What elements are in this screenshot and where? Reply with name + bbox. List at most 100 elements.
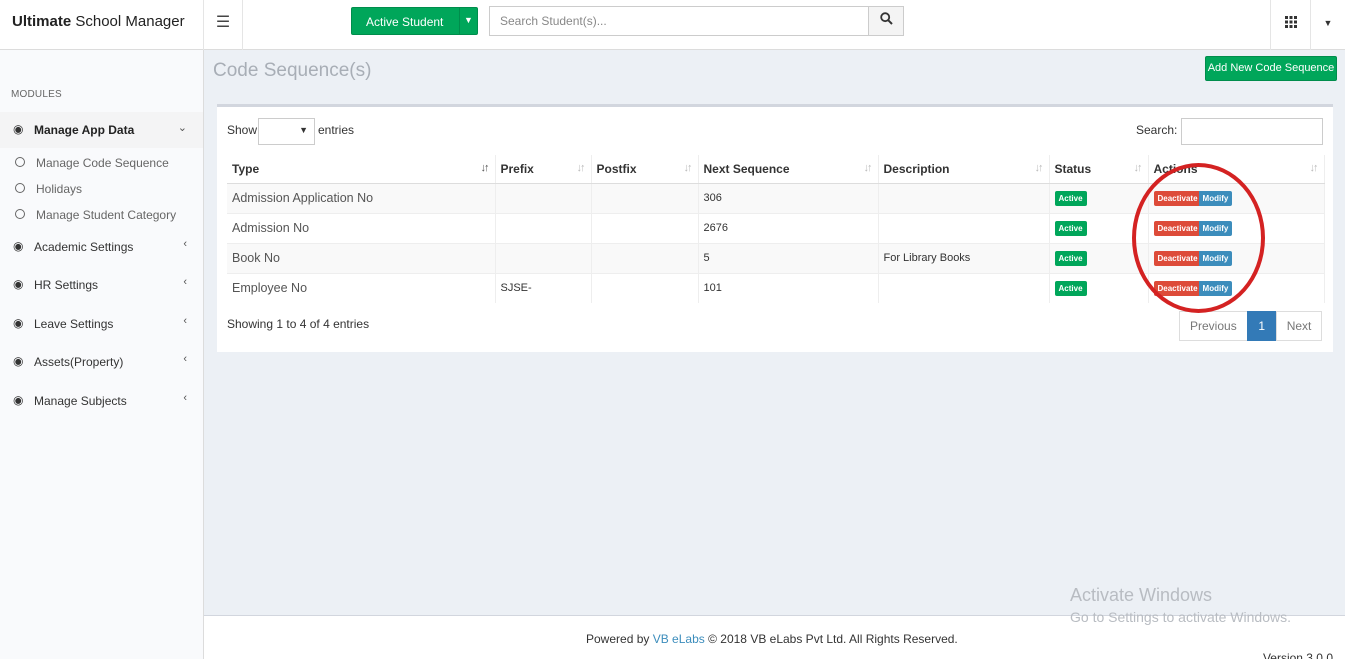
- sidebar-item-assets-property[interactable]: ◉ Assets(Property) ‹: [0, 344, 203, 380]
- show-label: Show: [227, 123, 258, 137]
- modify-button[interactable]: Modify: [1198, 191, 1233, 206]
- chevron-left-icon: ‹: [183, 392, 187, 404]
- dashboard-icon: ◉: [13, 393, 24, 407]
- cell-postfix: [591, 182, 699, 213]
- student-search-input[interactable]: [489, 6, 869, 36]
- cell-type: Admission No: [227, 212, 496, 243]
- sort-icon: ↓↑: [576, 162, 586, 174]
- caret-down-icon[interactable]: ▼: [459, 8, 477, 34]
- status-badge: Active: [1054, 251, 1087, 266]
- cell-next-sequence: 101: [698, 272, 879, 303]
- sidebar-item-manage-subjects[interactable]: ◉ Manage Subjects ‹: [0, 383, 203, 419]
- table-row: Admission No 2676 Active Deactivate Modif…: [227, 212, 1325, 243]
- cell-postfix: [591, 242, 699, 273]
- active-student-dropdown[interactable]: Active Student ▼: [351, 7, 478, 35]
- cell-status: Active: [1049, 212, 1149, 243]
- column-header-type[interactable]: Type ↓↑: [227, 155, 496, 184]
- modify-button[interactable]: Modify: [1198, 221, 1233, 236]
- sidebar-subitem-manage-code-sequence[interactable]: Manage Code Sequence: [0, 150, 203, 174]
- table-search-input[interactable]: [1181, 118, 1323, 145]
- deactivate-button[interactable]: Deactivate: [1153, 251, 1202, 266]
- column-header-actions[interactable]: Actions ↓↑: [1148, 155, 1325, 184]
- deactivate-button[interactable]: Deactivate: [1153, 221, 1202, 236]
- search-button[interactable]: [868, 6, 904, 36]
- sidebar-item-label: Manage App Data: [34, 123, 135, 137]
- entries-label: entries: [318, 123, 355, 137]
- active-student-label: Active Student: [366, 15, 444, 29]
- chevron-left-icon: ‹: [183, 315, 187, 327]
- sidebar-item-hr-settings[interactable]: ◉ HR Settings ‹: [0, 267, 203, 303]
- company-link[interactable]: VB eLabs: [653, 632, 705, 646]
- dashboard-icon: ◉: [13, 316, 24, 330]
- powered-by-label: Powered by: [586, 632, 650, 646]
- deactivate-button[interactable]: Deactivate: [1153, 191, 1202, 206]
- cell-prefix: [495, 242, 592, 273]
- cell-status: Active: [1049, 272, 1149, 303]
- status-badge: Active: [1054, 191, 1087, 206]
- column-header-prefix[interactable]: Prefix ↓↑: [495, 155, 592, 184]
- sidebar-subitem-manage-student-category[interactable]: Manage Student Category: [0, 202, 203, 226]
- modify-button[interactable]: Modify: [1198, 251, 1233, 266]
- sidebar-subitem-holidays[interactable]: Holidays: [0, 176, 203, 200]
- table-header-row: Type ↓↑ Prefix ↓↑ Postfix ↓↑ Next Sequence ↓…: [227, 155, 1325, 184]
- cell-postfix: [591, 212, 699, 243]
- cell-actions: Deactivate Modify: [1148, 242, 1325, 273]
- sidebar-item-label: Leave Settings: [34, 317, 114, 331]
- next-page-button[interactable]: Next: [1275, 311, 1323, 341]
- circle-icon: [15, 209, 25, 219]
- page-title: Code Sequence(s): [213, 60, 372, 81]
- code-sequence-panel: Show ▼ entries Search: Type ↓↑ Prefix ↓↑ P…: [217, 104, 1333, 352]
- copyright-text: © 2018 VB eLabs Pvt Ltd. All Rights Rese…: [708, 632, 958, 646]
- cell-next-sequence: 5: [698, 242, 879, 273]
- column-header-description[interactable]: Description ↓↑: [878, 155, 1050, 184]
- chevron-left-icon: ‹: [183, 238, 187, 250]
- column-header-status[interactable]: Status ↓↑: [1049, 155, 1149, 184]
- table-row: Employee No SJSE- 101 Active Deactivate M…: [227, 272, 1325, 303]
- status-badge: Active: [1054, 281, 1087, 297]
- dashboard-icon: ◉: [13, 354, 24, 368]
- sidebar-item-label: Assets(Property): [34, 355, 124, 369]
- caret-down-icon: ▼: [299, 125, 308, 135]
- cell-postfix: [591, 272, 699, 303]
- cell-status: Active: [1049, 182, 1149, 213]
- column-header-postfix[interactable]: Postfix ↓↑: [591, 155, 699, 184]
- page-1-button[interactable]: 1: [1246, 311, 1277, 341]
- app-brand[interactable]: Ultimate School Manager: [0, 0, 204, 50]
- version-text: Version 3.0.0: [1262, 651, 1333, 659]
- deactivate-button[interactable]: Deactivate: [1153, 281, 1202, 297]
- grid-icon[interactable]: [1270, 0, 1310, 50]
- sort-icon: ↓↑: [1309, 162, 1319, 174]
- sidebar-subitem-label: Manage Student Category: [36, 208, 177, 222]
- status-badge: Active: [1054, 221, 1087, 236]
- modify-button[interactable]: Modify: [1198, 281, 1233, 297]
- circle-icon: [15, 183, 25, 193]
- dashboard-icon: ◉: [13, 239, 24, 253]
- user-menu-caret-icon[interactable]: ▼: [1310, 0, 1345, 50]
- brand-bold: Ultimate: [12, 13, 72, 30]
- cell-prefix: SJSE-: [495, 272, 592, 303]
- sort-ascending-icon: ↓↑: [480, 162, 490, 174]
- dashboard-icon: ◉: [13, 277, 24, 291]
- cell-description: For Library Books: [878, 242, 1050, 273]
- cell-actions: Deactivate Modify: [1148, 182, 1325, 213]
- chevron-left-icon: ‹: [183, 353, 187, 365]
- sidebar-item-academic-settings[interactable]: ◉ Academic Settings ‹: [0, 229, 203, 265]
- cell-type: Admission Application No: [227, 182, 496, 213]
- circle-icon: [15, 157, 25, 167]
- hamburger-icon[interactable]: ☰: [204, 0, 243, 50]
- cell-description: [878, 212, 1050, 243]
- top-navbar: Ultimate School Manager ☰ Active Student…: [0, 0, 1345, 50]
- column-header-next-sequence[interactable]: Next Sequence ↓↑: [698, 155, 879, 184]
- cell-type: Employee No: [227, 272, 496, 303]
- cell-actions: Deactivate Modify: [1148, 272, 1325, 303]
- sort-icon: ↓↑: [1034, 162, 1044, 174]
- table-search-label: Search:: [1136, 123, 1178, 137]
- sidebar: MODULES ◉ Manage App Data ⌄ Manage Code …: [0, 50, 204, 659]
- sidebar-item-leave-settings[interactable]: ◉ Leave Settings ‹: [0, 306, 203, 342]
- previous-page-button[interactable]: Previous: [1179, 311, 1248, 341]
- cell-next-sequence: 306: [698, 182, 879, 213]
- sidebar-item-manage-app-data[interactable]: ◉ Manage App Data ⌄: [0, 112, 203, 148]
- add-code-sequence-button[interactable]: Add New Code Sequence: [1205, 56, 1337, 81]
- entries-per-page-select[interactable]: ▼: [258, 118, 315, 145]
- chevron-left-icon: ‹: [183, 276, 187, 288]
